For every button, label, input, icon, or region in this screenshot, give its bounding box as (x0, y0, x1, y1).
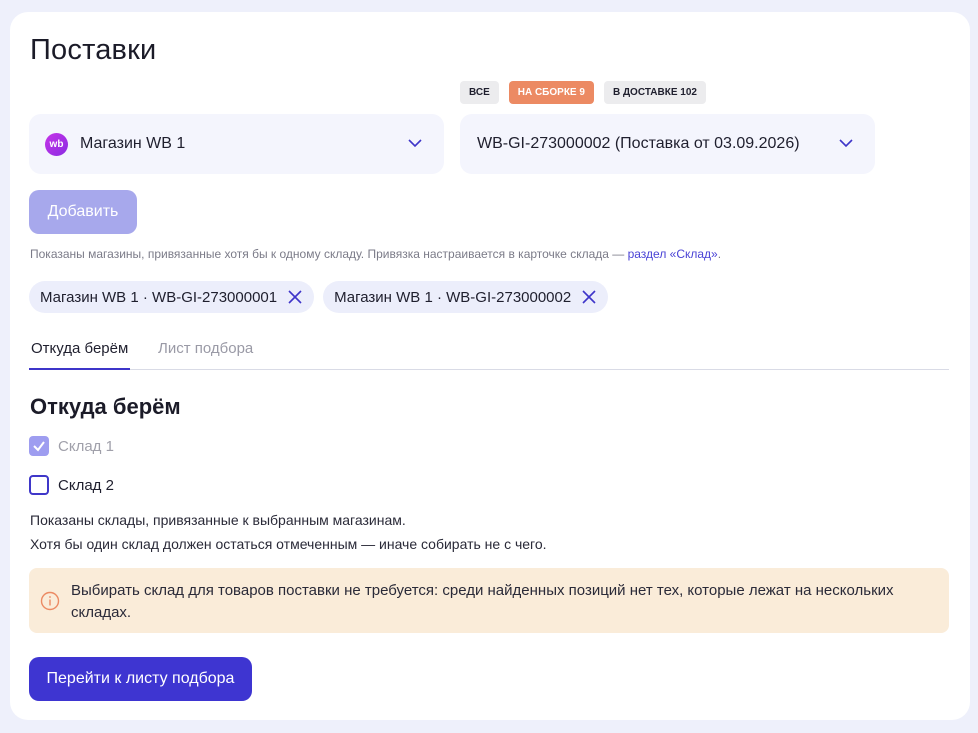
info-icon (40, 591, 60, 611)
info-alert-text: Выбирать склад для товаров поставки не т… (71, 582, 894, 621)
checkbox-checked[interactable] (29, 436, 49, 456)
warehouse-section-link[interactable]: раздел «Склад» (628, 247, 718, 261)
shipment-chip-label: Магазин WB 1 · WB-GI-273000002 (334, 288, 572, 306)
status-tab-all[interactable]: ВСЕ (460, 81, 499, 104)
checkbox-unchecked[interactable] (29, 475, 49, 495)
go-to-picking-list-button[interactable]: Перейти к листу подбора (29, 657, 252, 701)
shop-select[interactable]: wb Магазин WB 1 (29, 114, 444, 174)
warehouse-note-line-2: Хотя бы один склад должен остаться отмеч… (30, 536, 547, 552)
shipment-select[interactable]: WB-GI-273000002 (Поставка от 03.09.2026) (460, 114, 875, 174)
info-alert: Выбирать склад для товаров поставки не т… (29, 568, 949, 633)
shops-hint-text: Показаны магазины, привязанные хотя бы к… (30, 247, 628, 261)
tab-picking-list[interactable]: Лист подбора (158, 340, 253, 357)
check-icon (33, 441, 45, 452)
shop-select-value: Магазин WB 1 (80, 135, 186, 152)
shops-hint-suffix: . (717, 247, 722, 261)
shipment-chip-label: Магазин WB 1 · WB-GI-273000001 (40, 288, 278, 306)
status-tab-delivery[interactable]: В ДОСТАВКЕ 102 (603, 81, 706, 104)
warehouse-checkbox-2[interactable]: Склад 2 (29, 475, 114, 495)
close-icon[interactable] (286, 288, 304, 306)
add-button[interactable]: Добавить (29, 190, 137, 234)
chevron-down-icon (408, 139, 422, 148)
warehouse-label: Склад 2 (58, 476, 114, 494)
close-icon[interactable] (580, 288, 598, 306)
main-card: Поставки ВСЕ НА СБОРКЕ 9 В ДОСТАВКЕ 102 … (10, 12, 970, 720)
chevron-down-icon (839, 139, 853, 148)
warehouse-note-line-1: Показаны склады, привязанные к выбранным… (30, 512, 406, 528)
tab-source[interactable]: Откуда берём (31, 340, 128, 357)
warehouse-checkbox-1[interactable]: Склад 1 (29, 436, 114, 456)
status-tab-assembling[interactable]: НА СБОРКЕ 9 (508, 81, 594, 104)
section-title: Откуда берём (30, 394, 181, 419)
shipment-chip: Магазин WB 1 · WB-GI-273000001 (29, 281, 315, 313)
wb-logo-icon: wb (45, 132, 68, 156)
warehouse-label: Склад 1 (58, 437, 114, 455)
shipment-select-value: WB-GI-273000002 (Поставка от 03.09.2026) (477, 135, 800, 152)
status-filter-tabs: ВСЕ НА СБОРКЕ 9 В ДОСТАВКЕ 102 (460, 81, 706, 104)
shops-hint: Показаны магазины, привязанные хотя бы к… (30, 247, 721, 261)
selected-shipments: Магазин WB 1 · WB-GI-273000001 Магазин W… (29, 281, 609, 313)
active-tab-indicator (29, 368, 130, 370)
content-tabs: Откуда берём Лист подбора (29, 334, 949, 370)
page-title: Поставки (30, 34, 157, 66)
shipment-chip: Магазин WB 1 · WB-GI-273000002 (323, 281, 609, 313)
